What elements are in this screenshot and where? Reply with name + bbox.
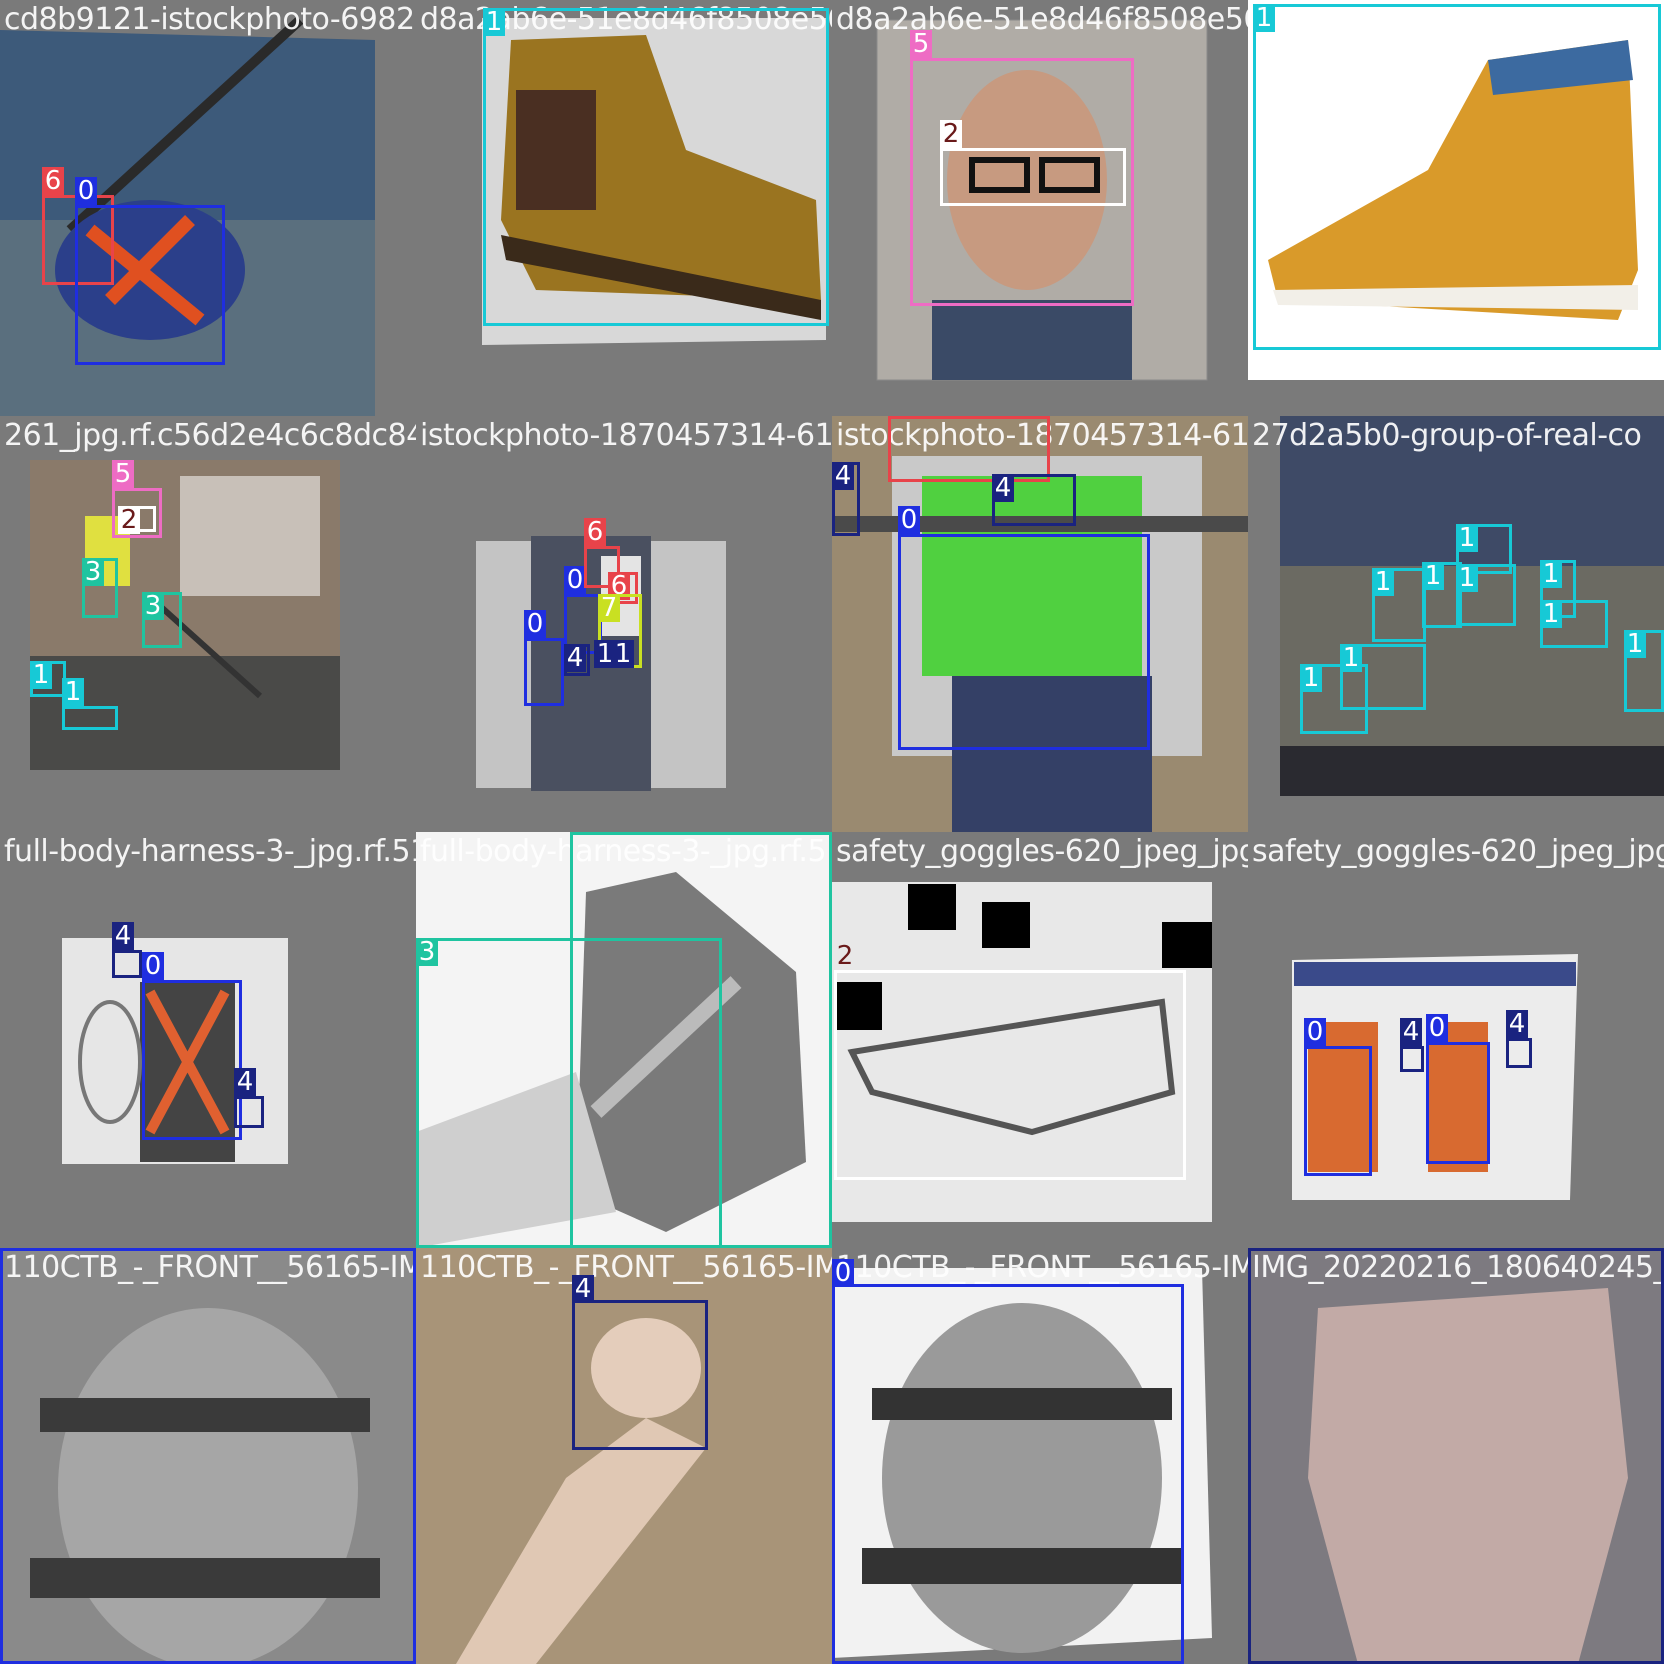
photo-harness-models [1292, 954, 1578, 1200]
tile-4: 261_jpg.rf.c56d2e4c6c8dc847731867bfa6f2 … [0, 416, 416, 832]
tile-6: istockphoto-1870457314-612x612_jpg.rf.58… [832, 416, 1248, 832]
tile-7: 27d2a5b0-group-of-real-co 1 1 1 1 1 1 1 … [1248, 416, 1664, 832]
tile-14: 110CTB_-_FRONT__56165-IMG_20220217_18224… [832, 1248, 1248, 1664]
photo-two-workers-wall [476, 536, 726, 791]
photo-man-glasses [876, 19, 1208, 381]
photo-chelsea-boot [482, 18, 826, 345]
photo-open-hand [1248, 1248, 1664, 1664]
tile-9: full-body-harness-3-_jpg.rf.51f99659b2a8… [416, 832, 832, 1248]
tile-1: d8a2ab6e-51e8d46f8508e56c 1 [416, 0, 832, 416]
photo-green-harness [832, 416, 1248, 832]
photo-roadwork-shovel [30, 460, 340, 770]
photo-safety-goggles [832, 882, 1212, 1222]
tile-8: full-body-harness-3-_jpg.rf.51f99659b2a8… [0, 832, 416, 1248]
photo-work-boot [1248, 0, 1664, 380]
tile-15: IMG_20220216_180640245_jpg 4 [1248, 1248, 1664, 1664]
photo-fist-arm [416, 1248, 832, 1664]
tile-3: 1996127920_jpg.rf.0869eeb4ee 1 [1248, 0, 1664, 416]
tile-0: cd8b9121-istockphoto-698258370-612x612_j… [0, 0, 416, 416]
tile-11: safety_goggles-620_jpeg_jpg.rf.90a81b12e… [1248, 832, 1664, 1248]
tile-10: safety_goggles-620_jpeg_jpg.rf.90a81b12e… [832, 832, 1248, 1248]
tile-13: 110CTB_-_FRONT__56165-IMG_20220217_18224… [416, 1248, 832, 1664]
tile-5: istockphoto-1870457314-612x612_jpg.rf.58… [416, 416, 832, 832]
tile-2: d8a2ab6e-51e8d46f8508e56c 5 2 [832, 0, 1248, 416]
photo-harness-torso [0, 1248, 416, 1664]
training-batch-mosaic: cd8b9121-istockphoto-698258370-612x612_j… [0, 0, 1664, 1664]
photo-glove-knife [416, 832, 832, 1248]
tile-12: 110CTB_-_FRONT__56165-IMG_20220217_18224… [0, 1248, 416, 1664]
photo-harness-product [62, 938, 288, 1164]
photo-worker-harness-rope [0, 16, 375, 416]
photo-harness-torso-2 [832, 1268, 1212, 1658]
photo-group-boots [1280, 416, 1664, 796]
